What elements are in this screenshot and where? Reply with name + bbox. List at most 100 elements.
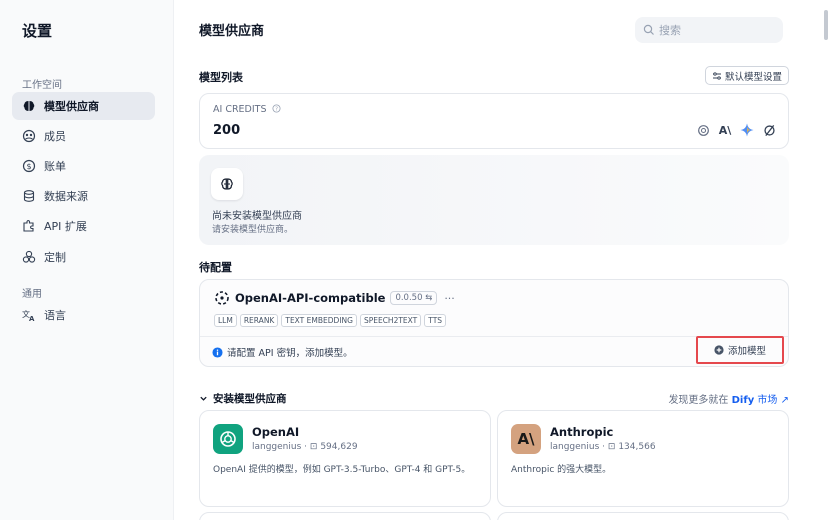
switch-arrows-icon: ⇆ (425, 293, 433, 303)
page-title: 模型供应商 (199, 24, 265, 39)
brain-outline-icon (219, 176, 235, 192)
plus-circle-icon (714, 345, 724, 355)
external-arrow-icon: ↗ (780, 395, 789, 406)
slashed-circle-logo-icon (762, 123, 776, 137)
translate-icon: 文A (22, 308, 36, 322)
provider-card-partial[interactable] (497, 512, 789, 520)
install-providers-toggle[interactable]: 安装模型供应商 (199, 391, 287, 406)
tag-text-embedding: TEXT EMBEDDING (281, 314, 357, 327)
ai-credits-label-row: AI CREDITS ? (213, 104, 281, 116)
download-icon: ⊡ (309, 442, 318, 452)
default-model-settings-button[interactable]: 默认模型设置 (704, 66, 789, 85)
ai-credits-value: 200 (213, 123, 241, 138)
tag-speech2text: SPEECH2TEXT (359, 314, 422, 327)
marketplace-prefix: 发现更多就在 (668, 395, 729, 406)
svg-text:A: A (29, 315, 35, 322)
default-model-settings-label: 默认模型设置 (724, 71, 782, 83)
tag-llm: LLM (214, 314, 237, 327)
chevron-down-icon (199, 394, 208, 403)
sidebar-item-billing[interactable]: $ 账单 (12, 152, 155, 180)
provider-description: OpenAI 提供的模型，例如 GPT-3.5-Turbo、GPT-4 和 GP… (213, 465, 471, 475)
api-key-warning-text: 请配置 API 密钥，添加模型。 (227, 348, 353, 359)
settings-title: 设置 (22, 22, 53, 40)
provider-downloads: 594,629 (320, 442, 358, 452)
pending-provider-header: OpenAI-API-compatible 0.0.50 ⇆ ··· (214, 290, 455, 306)
anthropic-logo-icon: A\ (718, 123, 732, 137)
provider-logos: A\ (696, 123, 776, 137)
ai-credits-card: AI CREDITS ? 200 A\ (199, 93, 789, 149)
sidebar-item-label: 模型供应商 (44, 100, 99, 113)
provider-author: langgenius (550, 442, 600, 452)
sidebar-item-label: 账单 (44, 160, 66, 173)
settings-sidebar: 设置 工作空间 模型供应商 成员 $ 账单 数据来源 API 扩展 定制 通用 … (0, 0, 174, 520)
puzzle-icon (22, 219, 36, 233)
tag-tts: TTS (424, 314, 447, 327)
search-box[interactable] (635, 17, 783, 43)
add-model-button[interactable]: 添加模型 (696, 336, 784, 364)
sidebar-item-label: 语言 (44, 309, 66, 322)
add-model-label: 添加模型 (727, 346, 766, 357)
sidebar-item-label: API 扩展 (44, 220, 87, 233)
sidebar-item-data-source[interactable]: 数据来源 (12, 182, 155, 210)
gemini-sparkle-icon (740, 123, 754, 137)
help-circle-icon[interactable]: ? (272, 104, 281, 116)
marketplace-link[interactable]: 发现更多就在 Dify 市场 ↗ (668, 391, 789, 406)
info-icon (212, 346, 223, 358)
provider-description: Anthropic 的强大模型。 (511, 465, 612, 475)
ai-credits-label: AI CREDITS (213, 104, 267, 115)
sidebar-item-customize[interactable]: 定制 (12, 243, 155, 271)
download-icon: ⊡ (607, 442, 616, 452)
database-icon (22, 189, 36, 203)
sliders-icon (712, 71, 722, 81)
provider-card-anthropic[interactable]: A\ Anthropic langgenius · ⊡ 134,566 Anth… (497, 410, 789, 507)
anthropic-logo-icon: A\ (511, 424, 541, 454)
sidebar-item-label: 成员 (44, 130, 66, 143)
svg-text:$: $ (26, 162, 31, 171)
marketplace-brand: Dify (731, 395, 755, 406)
provider-meta: langgenius · ⊡ 594,629 (252, 442, 358, 452)
search-icon (643, 24, 659, 36)
workspace-section-label: 工作空间 (22, 80, 62, 91)
openai-compatible-icon (214, 290, 230, 306)
sidebar-item-label: 定制 (44, 251, 66, 264)
sidebar-item-language[interactable]: 文A 语言 (12, 301, 155, 329)
pending-config-heading: 待配置 (199, 261, 232, 274)
general-section-label: 通用 (22, 289, 42, 300)
provider-card-openai[interactable]: OpenAI langgenius · ⊡ 594,629 OpenAI 提供的… (199, 410, 491, 507)
provider-author: langgenius (252, 442, 302, 452)
svg-text:?: ? (275, 107, 278, 113)
more-options-button[interactable]: ··· (444, 292, 455, 305)
model-type-tags: LLM RERANK TEXT EMBEDDING SPEECH2TEXT TT… (214, 314, 447, 327)
sidebar-item-api-extension[interactable]: API 扩展 (12, 212, 155, 240)
provider-card-partial[interactable] (199, 512, 491, 520)
page-scrollbar[interactable] (824, 10, 828, 40)
model-providers-page: 模型供应商 模型列表 默认模型设置 AI CREDITS ? 200 A\ (199, 0, 791, 520)
model-list-heading: 模型列表 (199, 71, 243, 84)
api-key-warning: 请配置 API 密钥，添加模型。 (212, 345, 353, 359)
pending-provider-name: OpenAI-API-compatible (235, 291, 386, 305)
openai-logo-icon (696, 123, 710, 137)
no-providers-empty-state: 尚未安装模型供应商 请安装模型供应商。 (199, 155, 789, 245)
install-providers-heading: 安装模型供应商 (213, 393, 287, 405)
provider-name: OpenAI (252, 425, 300, 439)
search-input[interactable] (659, 23, 769, 37)
empty-state-title: 尚未安装模型供应商 (212, 211, 302, 222)
version-label: 0.0.50 (395, 293, 423, 303)
sidebar-item-members[interactable]: 成员 (12, 122, 155, 150)
sidebar-item-model-providers[interactable]: 模型供应商 (12, 92, 155, 120)
brain-icon (22, 99, 36, 113)
members-icon (22, 129, 36, 143)
version-badge[interactable]: 0.0.50 ⇆ (390, 291, 438, 305)
provider-meta: langgenius · ⊡ 134,566 (550, 442, 656, 452)
provider-name: Anthropic (550, 425, 614, 439)
empty-state-subtitle: 请安装模型供应商。 (212, 225, 294, 235)
dollar-circle-icon: $ (22, 159, 36, 173)
pending-provider-card: OpenAI-API-compatible 0.0.50 ⇆ ··· LLM R… (199, 279, 789, 367)
empty-state-icon-box (211, 168, 243, 200)
openai-logo-icon (213, 424, 243, 454)
shapes-icon (22, 250, 36, 264)
tag-rerank: RERANK (239, 314, 279, 327)
sidebar-item-label: 数据来源 (44, 190, 88, 203)
marketplace-suffix: 市场 (757, 395, 778, 406)
provider-downloads: 134,566 (618, 442, 656, 452)
